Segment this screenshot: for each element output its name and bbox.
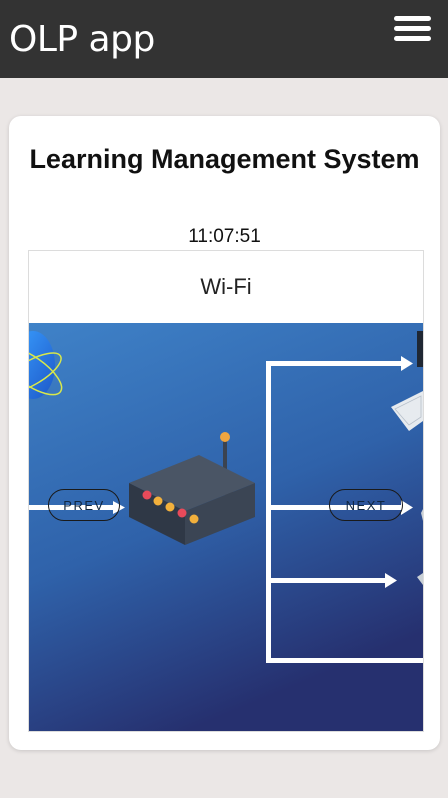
image-slider: Wi-Fi PREV NEXT	[28, 250, 424, 732]
content-card: Learning Management System 11:07:51 Wi-F…	[9, 116, 440, 750]
hamburger-menu-icon[interactable]	[394, 16, 431, 42]
next-button[interactable]: NEXT	[329, 489, 403, 521]
wifi-router-illustration	[29, 323, 423, 731]
slide-caption: Wi-Fi	[29, 251, 423, 324]
app-title: OLP app	[9, 19, 155, 60]
top-app-bar: OLP app	[0, 0, 448, 78]
prev-button[interactable]: PREV	[48, 489, 120, 521]
page-title: Learning Management System	[29, 144, 420, 174]
clock-time: 11:07:51	[188, 226, 261, 247]
